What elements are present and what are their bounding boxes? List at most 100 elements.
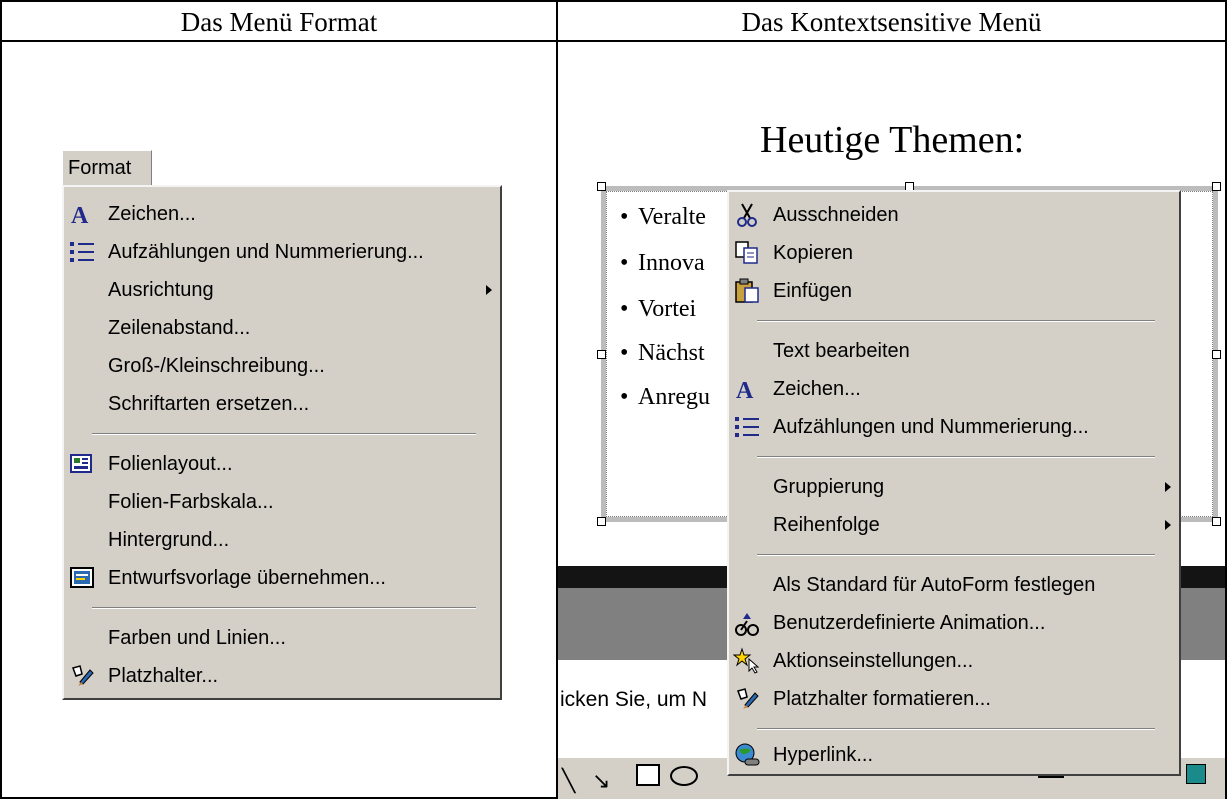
menu-item-ausschneiden[interactable]: Ausschneiden xyxy=(729,196,1179,234)
bullet-list-icon xyxy=(735,417,759,437)
oval-tool-icon[interactable] xyxy=(670,766,698,786)
menu-item-label: Kopieren xyxy=(773,242,854,264)
hyperlink-globe-icon xyxy=(735,743,760,766)
menu-item-label: Aufzählungen und Nummerierung... xyxy=(108,241,424,263)
menu-item-label: Groß-/Kleinschreibung... xyxy=(108,355,325,377)
resize-handle[interactable] xyxy=(597,350,606,359)
menu-item-label: Zeichen... xyxy=(108,203,196,225)
header-context-menu: Das Kontextsensitive Menü xyxy=(741,7,1042,37)
resize-handle[interactable] xyxy=(1212,182,1221,191)
menu-item-label: Gruppierung xyxy=(773,476,885,498)
menu-item-entwurfsvorlage[interactable]: Entwurfsvorlage übernehmen... xyxy=(64,559,500,597)
menu-item-label: Platzhalter formatieren... xyxy=(773,688,991,710)
arrow-tool-icon[interactable]: ↘ xyxy=(592,768,610,794)
line-tool-icon[interactable]: ╲ xyxy=(562,768,575,794)
font-a-icon: A xyxy=(71,203,89,228)
format-menu: A Zeichen... Aufzählungen und Nummerieru… xyxy=(62,185,502,700)
menu-item-zeichen[interactable]: A Zeichen... xyxy=(64,195,500,233)
resize-handle[interactable] xyxy=(597,182,606,191)
menu-separator xyxy=(757,320,1155,322)
slide-bullet: • Veralte xyxy=(620,204,706,230)
slide-layout-icon xyxy=(70,454,92,473)
placeholder-icon xyxy=(737,688,759,709)
menu-item-label: Reihenfolge xyxy=(773,514,880,536)
menu-item-ausrichtung[interactable]: Ausrichtung xyxy=(64,271,500,309)
menu-separator xyxy=(92,607,476,609)
bullet-list-icon xyxy=(70,242,94,262)
menu-item-einfuegen[interactable]: Einfügen xyxy=(729,272,1179,310)
menu-item-label: Hintergrund... xyxy=(108,529,230,551)
context-menu: Ausschneiden Kopieren Einfügen Text bear… xyxy=(727,190,1181,776)
menu-item-aufzaehlungen[interactable]: Aufzählungen und Nummerierung... xyxy=(64,233,500,271)
menu-item-label: Zeilenabstand... xyxy=(108,317,251,339)
scissors-icon xyxy=(737,203,757,227)
menu-item-folien-farbskala[interactable]: Folien-Farbskala... xyxy=(64,483,500,521)
menu-item-aktionseinstellungen[interactable]: Aktionseinstellungen... xyxy=(729,642,1179,680)
slide-bullet: • Innova xyxy=(620,250,705,276)
slide-title: Heutige Themen: xyxy=(760,119,1025,161)
menu-item-gruppierung[interactable]: Gruppierung xyxy=(729,468,1179,506)
menu-item-label: Schriftarten ersetzen... xyxy=(108,393,310,415)
menu-item-label: Platzhalter... xyxy=(108,665,219,687)
rectangle-tool-icon[interactable] xyxy=(636,764,660,786)
slide-bullet: • Vortei xyxy=(620,296,697,322)
menu-separator xyxy=(757,554,1155,556)
menu-item-schriftarten-ersetzen[interactable]: Schriftarten ersetzen... xyxy=(64,385,500,423)
menu-separator xyxy=(757,728,1155,730)
table-column-divider xyxy=(556,0,558,799)
menu-item-label: Als Standard für AutoForm festlegen xyxy=(773,574,1096,596)
menu-item-label: Text bearbeiten xyxy=(773,340,910,362)
menu-item-label: Hyperlink... xyxy=(773,744,874,766)
submenu-arrow-icon xyxy=(1165,520,1171,530)
font-a-icon: A xyxy=(736,378,754,403)
slide-bullet: • Nächst xyxy=(620,340,705,366)
menu-item-label: Farben und Linien... xyxy=(108,627,286,649)
menu-item-label: Aktionseinstellungen... xyxy=(773,650,974,672)
menu-separator xyxy=(757,456,1155,458)
placeholder-icon xyxy=(72,665,94,686)
svg-text:A: A xyxy=(71,203,89,228)
header-format-menu: Das Menü Format xyxy=(180,7,378,37)
design-template-icon xyxy=(70,567,94,588)
resize-handle[interactable] xyxy=(1212,350,1221,359)
menu-item-label: Zeichen... xyxy=(773,378,861,400)
menu-item-kopieren[interactable]: Kopieren xyxy=(729,234,1179,272)
menu-item-label: Ausrichtung xyxy=(108,279,214,301)
menu-item-label: Entwurfsvorlage übernehmen... xyxy=(108,567,386,589)
menu-item-zeichen[interactable]: A Zeichen... xyxy=(729,370,1179,408)
menu-item-label: Benutzerdefinierte Animation... xyxy=(773,612,1046,634)
menu-item-zeilenabstand[interactable]: Zeilenabstand... xyxy=(64,309,500,347)
shadow-icon[interactable] xyxy=(1186,764,1206,784)
table-header-divider xyxy=(0,40,1227,42)
menu-item-aufzaehlungen[interactable]: Aufzählungen und Nummerierung... xyxy=(729,408,1179,446)
menu-item-als-standard[interactable]: Als Standard für AutoForm festlegen xyxy=(729,566,1179,604)
notes-placeholder-text[interactable]: icken Sie, um N xyxy=(560,688,707,712)
menu-item-benutzerdefinierte-animation[interactable]: Benutzerdefinierte Animation... xyxy=(729,604,1179,642)
menu-item-label: Ausschneiden xyxy=(773,204,899,226)
menu-item-hyperlink[interactable]: Hyperlink... xyxy=(729,736,1179,774)
svg-text:A: A xyxy=(736,378,754,403)
resize-handle[interactable] xyxy=(1212,517,1221,526)
resize-handle[interactable] xyxy=(597,517,606,526)
menu-item-label: Folien-Farbskala... xyxy=(108,491,274,513)
menubar-format[interactable]: Format xyxy=(62,150,152,186)
submenu-arrow-icon xyxy=(486,285,492,295)
menu-item-reihenfolge[interactable]: Reihenfolge xyxy=(729,506,1179,544)
menu-item-text-bearbeiten[interactable]: Text bearbeiten xyxy=(729,332,1179,370)
menu-item-platzhalter[interactable]: Platzhalter... xyxy=(64,657,500,695)
menu-item-hintergrund[interactable]: Hintergrund... xyxy=(64,521,500,559)
menu-item-label: Einfügen xyxy=(773,280,852,302)
menu-item-folienlayout[interactable]: Folienlayout... xyxy=(64,445,500,483)
menu-item-label: Aufzählungen und Nummerierung... xyxy=(773,416,1089,438)
menu-item-platzhalter-formatieren[interactable]: Platzhalter formatieren... xyxy=(729,680,1179,718)
menu-item-farben-linien[interactable]: Farben und Linien... xyxy=(64,619,500,657)
paste-icon xyxy=(735,278,759,303)
menu-separator xyxy=(92,433,476,435)
action-settings-icon xyxy=(733,647,760,674)
copy-icon xyxy=(735,241,758,264)
submenu-arrow-icon xyxy=(1165,482,1171,492)
menu-item-label: Folienlayout... xyxy=(108,453,233,475)
slide-bullet: • Anregu xyxy=(620,384,710,410)
animation-icon xyxy=(735,613,759,636)
menu-item-gross-kleinschreibung[interactable]: Groß-/Kleinschreibung... xyxy=(64,347,500,385)
